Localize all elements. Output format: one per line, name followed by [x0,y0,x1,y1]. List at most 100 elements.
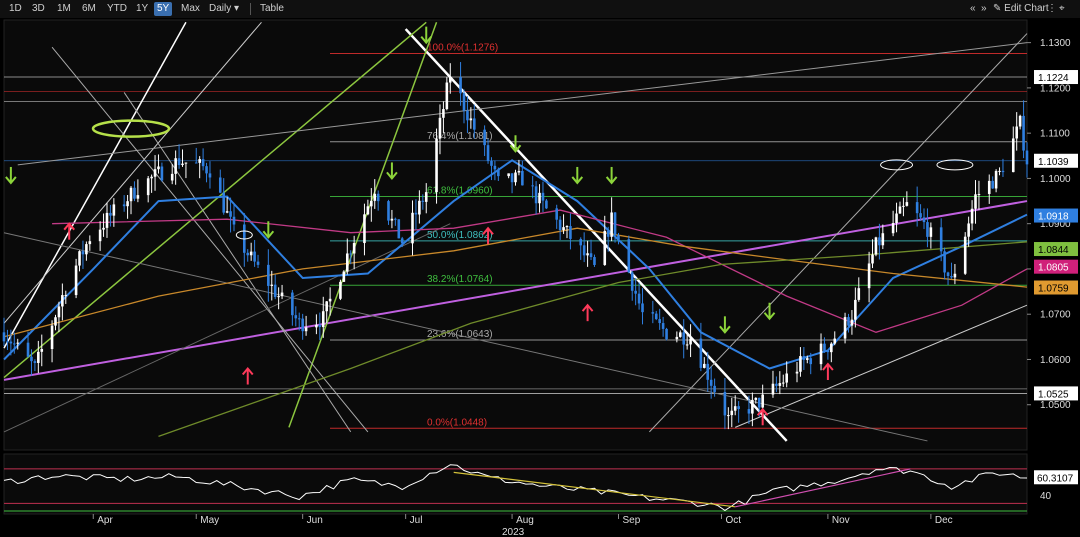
candle-body [421,200,425,202]
candle-body [270,284,274,286]
candle-body [229,211,232,217]
candle-body [963,236,967,274]
range-ytd-button[interactable]: YTD [104,2,130,16]
candle-body [589,253,593,258]
candle-body [291,292,294,316]
candle-body [977,193,981,195]
range-1d-button[interactable]: 1D [6,2,25,16]
chevron-down-icon: ▾ [234,3,240,14]
range-6m-button[interactable]: 6M [79,2,99,16]
y-tick-label: 1.0700 [1040,310,1071,321]
candle-body [658,319,661,324]
candle-body [507,173,510,177]
scroll-right-icon[interactable]: » [981,2,987,16]
y-tick-label: 1.1000 [1040,174,1071,185]
candle-body [150,176,153,179]
more-options-icon[interactable]: ⋮ [1047,2,1057,16]
candle-body [874,237,878,255]
candle-body [304,327,308,332]
candle-body [218,177,222,193]
candle-body [785,373,788,383]
candle-body [448,77,452,83]
interval-label: Daily [209,3,232,14]
edit-chart-button[interactable]: ✎ Edit Chart [993,2,1049,16]
candle-body [445,82,449,110]
price-plot-area[interactable] [3,19,1028,451]
candle-body [651,312,655,314]
candle-body [610,212,613,237]
candle-body [78,251,81,266]
range-max-button[interactable]: Max [178,2,203,16]
range-3d-button[interactable]: 3D [29,2,48,16]
candle-body [1022,115,1025,151]
candle-body [170,173,174,181]
price-chart: 100.0%(1.1276)76.4%(1.1081)61.8%(1.0960)… [0,18,1080,537]
candle-body [757,397,761,408]
candle-body [16,342,20,344]
scroll-left-icon[interactable]: « [970,2,976,16]
candle-body [881,233,885,246]
candle-body [294,315,298,319]
candle-body [1018,115,1022,127]
fib-level-label: 100.0%(1.1276) [427,42,498,53]
candle-body [297,318,301,320]
candle-body [1001,170,1005,173]
candle-body [37,351,40,363]
candle-body [541,192,545,201]
candle-body [723,391,727,416]
candle-body [974,194,977,209]
candle-body [205,166,208,174]
candle-body [565,226,569,228]
candle-body [33,361,37,363]
candle-body [373,193,377,201]
candle-body [950,275,953,278]
candle-body [490,160,493,166]
price-tag-label: 1.0805 [1038,263,1069,274]
candle-body [582,245,586,256]
candle-body [727,415,730,417]
candle-body [675,336,679,340]
y-tick-label: 1.1200 [1040,83,1071,94]
candle-body [521,170,524,186]
candle-body [891,223,895,234]
candle-body [606,230,610,237]
candle-body [225,211,229,213]
interval-select[interactable]: Daily ▾ [206,2,242,16]
candle-body [400,238,404,244]
candle-body [370,200,373,207]
table-button[interactable]: Table [257,2,287,16]
candle-body [895,213,898,224]
rsi-plot-area[interactable] [3,453,1028,515]
range-1y-button[interactable]: 1Y [133,2,151,16]
candle-body [603,230,607,265]
candle-body [345,253,349,272]
fib-level-label: 50.0%(1.0862) [427,230,493,241]
candle-body [181,163,184,166]
candle-body [273,284,277,298]
candle-body [854,299,857,320]
range-1m-button[interactable]: 1M [54,2,74,16]
candle-body [102,227,105,230]
candle-body [366,206,370,215]
candle-body [81,251,85,255]
candle-body [1025,150,1029,165]
candle-body [665,328,668,340]
range-5y-button[interactable]: 5Y [154,2,173,16]
candle-body [222,192,226,213]
candle-body [352,243,356,254]
toolbar-divider [250,3,251,15]
pin-icon[interactable]: ⌖ [1059,2,1065,16]
candle-body [898,206,902,214]
candle-body [126,201,129,207]
candle-body [555,208,558,220]
candle-body [946,272,950,276]
edit-chart-label: Edit Chart [1004,3,1049,14]
candle-body [843,317,847,339]
candle-body [713,385,716,392]
candle-body [301,318,304,332]
candle-body [579,238,583,246]
candle-body [998,170,1001,172]
candle-body [184,162,188,164]
candle-body [641,303,644,313]
candle-body [194,162,198,164]
